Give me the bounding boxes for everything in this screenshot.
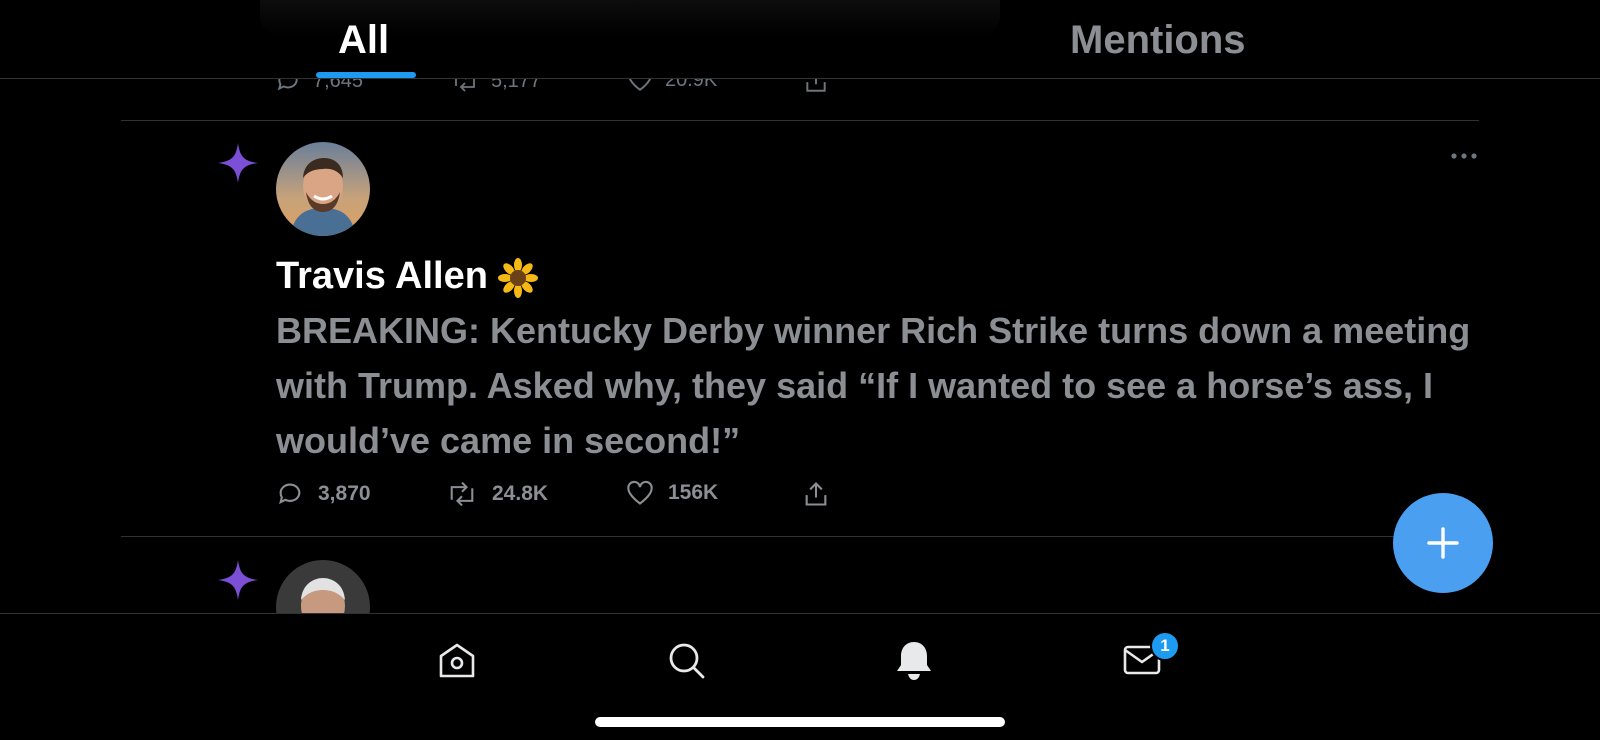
tab-all[interactable]: All xyxy=(338,14,389,66)
reply-button[interactable]: 3,870 xyxy=(276,480,371,508)
tweet-text: BREAKING: Kentucky Derby winner Rich Str… xyxy=(276,310,1471,461)
like-button[interactable]: 156K xyxy=(626,480,718,506)
active-tab-indicator xyxy=(316,72,416,78)
avatar[interactable] xyxy=(276,142,370,236)
sunflower-icon xyxy=(497,257,538,298)
reply-count: 3,870 xyxy=(318,482,371,505)
retweet-button[interactable]: 24.8K xyxy=(446,480,548,508)
sparkle-icon xyxy=(218,560,258,600)
plus-icon xyxy=(1427,527,1459,559)
more-options-icon[interactable] xyxy=(1448,150,1480,162)
search-icon[interactable] xyxy=(664,638,708,682)
tab-bar: All Mentions xyxy=(0,0,1600,79)
retweet-count: 24.8K xyxy=(492,482,549,505)
divider xyxy=(121,536,1479,537)
tab-mentions[interactable]: Mentions xyxy=(1070,14,1246,66)
compose-button[interactable] xyxy=(1393,493,1493,593)
retweet-icon xyxy=(450,481,474,507)
messages-badge: 1 xyxy=(1150,631,1180,661)
notifications-icon[interactable] xyxy=(892,638,936,682)
avatar-image xyxy=(276,142,370,236)
home-indicator xyxy=(595,717,1005,727)
sparkle-icon xyxy=(218,143,258,183)
home-icon[interactable] xyxy=(435,638,479,682)
share-icon xyxy=(805,482,827,506)
tweet-author[interactable]: Travis Allen xyxy=(276,253,538,299)
author-name: Travis Allen xyxy=(276,255,488,297)
reply-icon xyxy=(279,483,301,505)
divider xyxy=(121,120,1479,121)
heart-icon xyxy=(627,480,653,505)
share-button[interactable] xyxy=(802,480,830,508)
like-count: 156K xyxy=(668,481,719,504)
